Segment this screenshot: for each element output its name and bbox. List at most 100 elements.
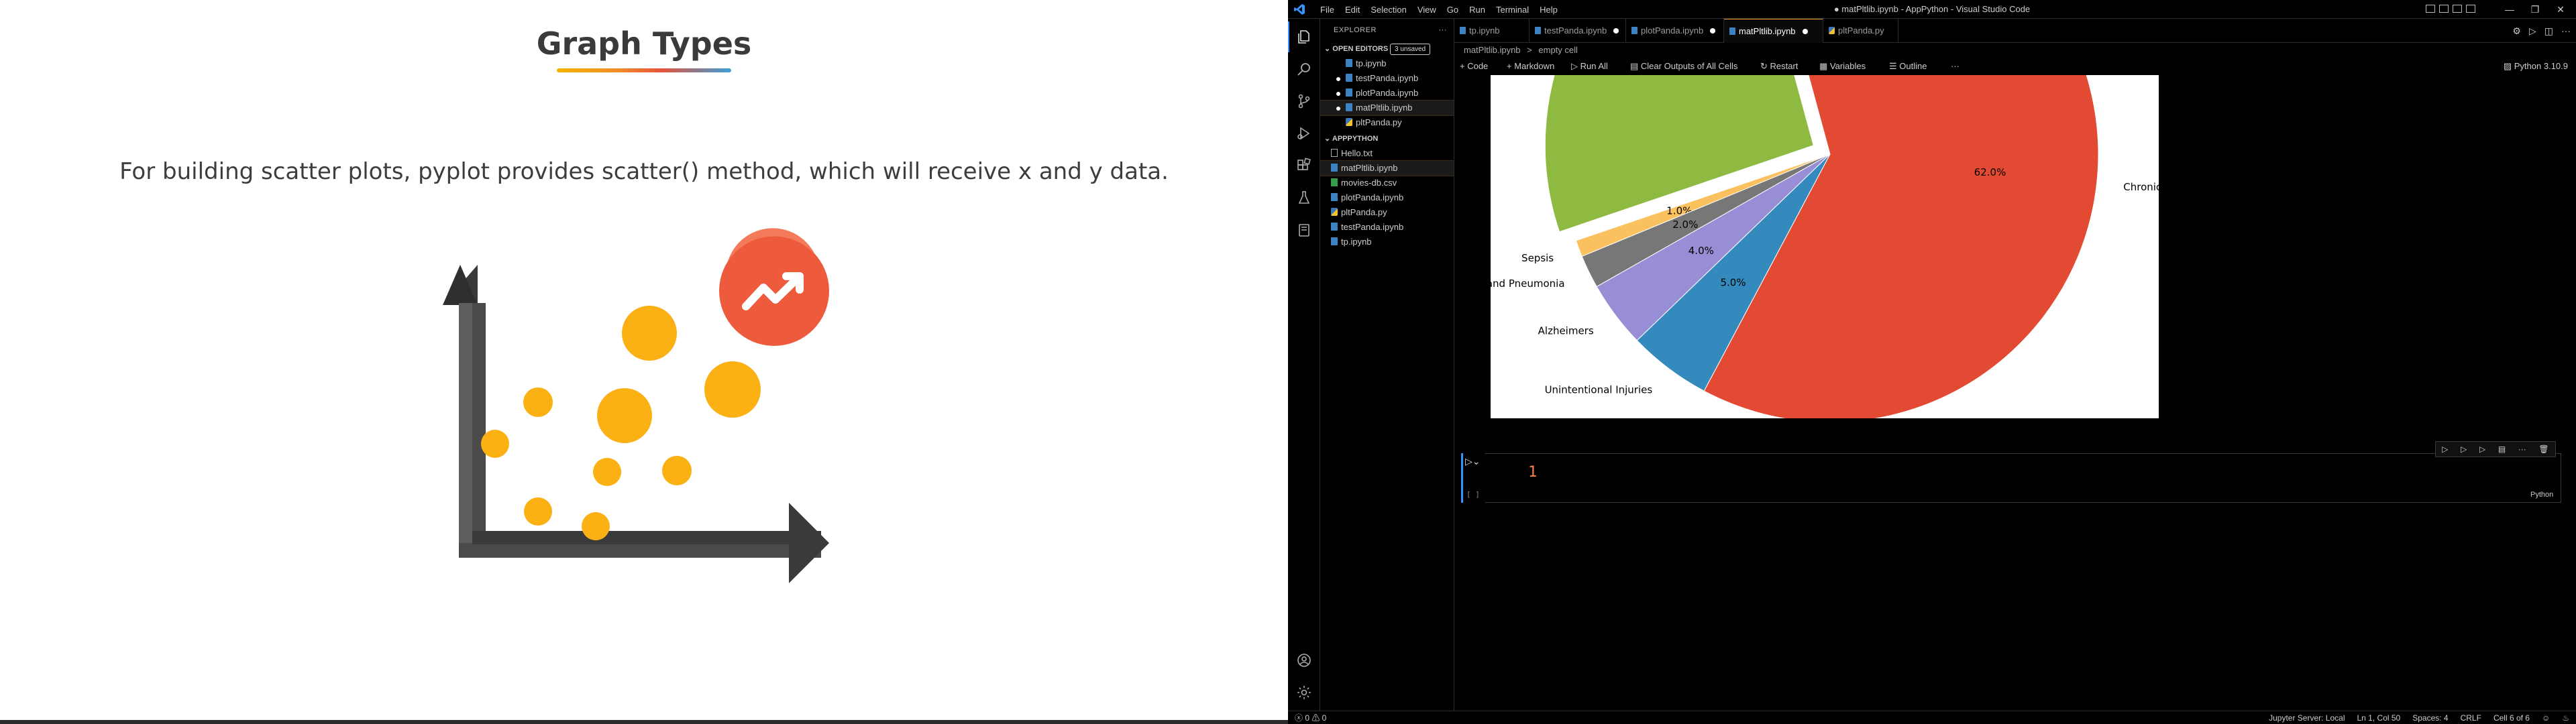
file-tree-item[interactable]: Hello.txt [1320,146,1454,161]
clear-outputs-button[interactable]: ▤ Clear Outputs of All Cells [1630,58,1737,75]
pie-category-label: Chronic Disease [2123,181,2159,193]
y-axis-bar [471,303,486,558]
variables-button[interactable]: ▦ Variables [1819,58,1866,75]
split-cell-icon[interactable]: ▤ [2498,444,2506,454]
scatter-dot [622,306,677,361]
accounts-icon[interactable]: ☺ [2542,711,2550,724]
menu-item-view[interactable]: View [1412,5,1442,15]
explorer-icon[interactable] [1288,21,1320,52]
restart-button[interactable]: ↻ Restart [1760,58,1798,75]
source-control-icon[interactable] [1288,86,1320,117]
search-icon[interactable] [1288,54,1320,84]
menu-item-go[interactable]: Go [1442,5,1464,15]
editor-tabs: tp.ipynb testPanda.ipynb plotPanda.ipynb ma… [1454,19,2576,43]
gear-icon[interactable] [1288,677,1320,708]
restore-icon[interactable]: ❐ [2524,4,2546,15]
file-tree-item[interactable]: pltPanda.py [1320,205,1454,220]
unsaved-dot-icon[interactable] [1710,28,1716,34]
jupyter-server-status[interactable]: Jupyter Server: Local [2269,711,2345,724]
scatter-dot [593,458,621,486]
delete-cell-icon[interactable]: 🗑 [2538,444,2548,454]
unsaved-dot-icon[interactable] [1802,29,1808,34]
cell-more-icon[interactable]: ··· [2518,444,2526,454]
menu-item-help[interactable]: Help [1534,5,1563,15]
indentation[interactable]: Spaces: 4 [2412,711,2448,724]
breadcrumb-file[interactable]: matPltlib.ipynb [1464,45,1521,55]
cell-language[interactable]: Python [2530,491,2553,499]
y-axis-bar-shade [459,303,472,558]
outline-button[interactable]: ☰ Outline [1889,58,1927,75]
toolbar-more-button[interactable]: ··· [1951,58,1960,75]
cell-toolbar: ▷ ▷ ▷ ▤ ··· 🗑 [2435,441,2556,457]
customize-layout-icon[interactable] [2466,5,2475,13]
open-editor-item[interactable]: matPltlib.ipynb [1320,100,1454,116]
cell-indicator[interactable]: Cell 6 of 6 [2493,711,2530,724]
file-tree-item[interactable]: plotPanda.ipynb [1320,190,1454,205]
py-file-icon [1331,208,1338,216]
close-icon[interactable]: ✕ [2549,4,2572,15]
open-editor-item[interactable]: tp.ipynb [1320,56,1454,71]
file-tree-item[interactable]: movies-db.csv [1320,176,1454,190]
run-cell-button[interactable]: ▷⌄ [1465,456,1481,467]
more-actions-icon[interactable]: ··· [2561,25,2571,37]
notebook-file-icon [1346,103,1352,111]
more-actions-icon[interactable]: ··· [1439,19,1448,42]
split-editor-icon[interactable]: ◫ [2544,25,2553,37]
cursor-position[interactable]: Ln 1, Col 50 [2357,711,2401,724]
unsaved-dot-icon[interactable] [1613,28,1619,34]
tab-label: pltPanda.py [1838,25,1884,36]
tab-testpanda-ipynb[interactable]: testPanda.ipynb [1529,19,1626,43]
toggle-secondary-sidebar-icon[interactable] [2453,5,2462,13]
menu-item-file[interactable]: File [1315,5,1340,15]
tab-tp-ipynb[interactable]: tp.ipynb [1454,19,1529,43]
add-code-cell-button[interactable]: + Code [1460,58,1488,75]
testing-icon[interactable] [1288,182,1320,213]
file-tree-item[interactable]: tp.ipynb [1320,235,1454,249]
extensions-icon[interactable] [1288,150,1320,181]
status-bar: ⓧ 0 ⚠ 0 Jupyter Server: Local Ln 1, Col … [1288,711,2576,724]
project-section[interactable]: ⌄ APPPYTHON [1320,131,1454,146]
scatter-dot [481,430,509,458]
run-above-icon[interactable]: ▷ [2442,444,2448,454]
line-endings[interactable]: CRLF [2461,711,2481,724]
open-editors-section[interactable]: ⌄ OPEN EDITORS 3 unsaved [1320,42,1454,56]
breadcrumb-cell[interactable]: empty cell [1538,45,1578,55]
run-all-button[interactable]: ▷ Run All [1571,58,1608,75]
minimize-icon[interactable]: — [2498,4,2521,15]
open-editor-item[interactable]: plotPanda.ipynb [1320,86,1454,101]
settings-icon[interactable]: ⚙ [2512,25,2521,37]
notifications-icon[interactable]: ♨ [2562,711,2569,724]
toggle-primary-sidebar-icon[interactable] [2426,5,2435,13]
scatter-dot [662,456,692,485]
open-editor-item[interactable]: testPanda.ipynb [1320,71,1454,86]
problems-indicator[interactable]: ⓧ 0 ⚠ 0 [1295,711,1326,724]
run-debug-icon[interactable] [1288,118,1320,149]
execute-cell-icon[interactable]: ▷ [2479,444,2485,454]
file-tree-item[interactable]: testPanda.ipynb [1320,220,1454,235]
pie-percent-label: 62.0% [1974,166,2006,178]
account-icon[interactable] [1288,645,1320,676]
project-label: APPPYTHON [1332,135,1379,143]
run-file-icon[interactable]: ▷ [2529,25,2536,37]
toggle-panel-icon[interactable] [2439,5,2449,13]
x-axis-arrow-head [789,503,829,583]
menu-item-run[interactable]: Run [1464,5,1491,15]
editor-actions: ⚙ ▷ ◫ ··· [2512,25,2571,37]
explorer-header: EXPLORER ··· [1320,19,1454,42]
explorer-sidebar: EXPLORER ··· ⌄ OPEN EDITORS 3 unsaved tp… [1320,19,1454,711]
menu-item-edit[interactable]: Edit [1340,5,1365,15]
kernel-picker[interactable]: ▨ Python 3.10.9 [2504,58,2568,75]
file-tree-item[interactable]: matPltlib.ipynb [1320,160,1454,176]
menu-item-terminal[interactable]: Terminal [1491,5,1534,15]
open-editor-item[interactable]: pltPanda.py [1320,115,1454,130]
tab-pltpanda-py[interactable]: pltPanda.py [1823,19,1898,43]
menu-item-selection[interactable]: Selection [1365,5,1411,15]
run-below-icon[interactable]: ▷ [2461,444,2467,454]
tab-plotpanda-ipynb[interactable]: plotPanda.ipynb [1626,19,1724,43]
unsaved-dot-icon [1336,92,1340,96]
jupyter-icon[interactable] [1288,215,1320,245]
file-name: pltPanda.py [1356,117,1402,127]
tab-matpltlib-ipynb[interactable]: matPltlib.ipynb [1724,19,1823,43]
add-markdown-cell-button[interactable]: + Markdown [1507,58,1554,75]
code-cell[interactable] [1485,453,2561,503]
